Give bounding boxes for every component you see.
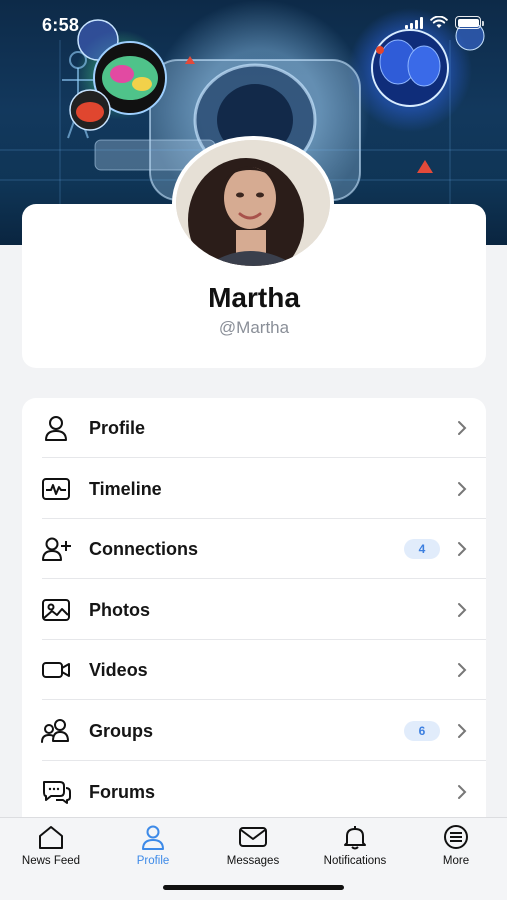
profile-name: Martha [208,282,300,313]
home-indicator [163,885,344,890]
battery-icon [455,16,484,29]
tab-profile[interactable]: Profile [103,824,203,874]
tab-more[interactable]: More [406,824,506,874]
tab-label: Notifications [323,855,387,867]
avatar-photo [176,140,330,266]
users-icon [41,719,69,743]
menu-item-label: Photos [89,599,150,620]
home-icon [39,826,63,849]
signal-icon [405,16,423,29]
divider [42,457,486,458]
menu-list-icon [444,825,468,849]
connections-count-badge: 4 [404,539,440,559]
user-icon [142,825,164,850]
chevron-right-icon [458,421,467,435]
menu-item-label: Timeline [89,478,162,499]
tab-label: More [442,855,470,867]
tab-news-feed[interactable]: News Feed [1,824,101,874]
menu-item-label: Connections [89,538,199,559]
user-icon [45,416,67,441]
menu-item-photos[interactable]: Photos [22,580,486,640]
divider [42,699,486,700]
groups-count-badge: 6 [404,721,440,741]
status-time: 6:58 [42,15,80,35]
status-icons [405,16,484,29]
tab-messages[interactable]: Messages [203,824,303,874]
menu-item-connections[interactable]: Connections 4 [22,519,486,579]
menu-item-profile[interactable]: Profile [22,398,486,458]
menu-item-label: Profile [89,417,146,438]
tab-label: Messages [226,855,280,867]
menu-item-label: Videos [89,659,148,680]
video-camera-icon [42,662,70,678]
tab-notifications[interactable]: Notifications [305,824,405,874]
menu-item-timeline[interactable]: Timeline [22,459,486,519]
image-icon [42,599,70,621]
menu-item-forums[interactable]: Forums [22,762,486,822]
avatar[interactable] [172,136,334,270]
bell-icon [344,826,366,850]
chat-bubbles-icon [43,781,71,804]
user-plus-icon [42,537,71,561]
activity-icon [42,478,70,500]
divider [42,578,486,579]
status-bar: 6:58 [0,0,507,50]
chevron-right-icon [458,785,467,799]
chevron-right-icon [458,482,467,496]
chevron-right-icon [458,542,467,556]
menu-item-videos[interactable]: Videos [22,640,486,700]
chevron-right-icon [458,663,467,677]
divider [42,760,486,761]
menu-item-groups[interactable]: Groups 6 [22,701,486,761]
menu-item-label: Groups [89,720,154,741]
profile-handle: @Martha [218,318,290,337]
chevron-right-icon [458,724,467,738]
profile-menu: Profile Timeline Connections 4 Photos Vi… [22,398,486,828]
tab-label: News Feed [21,855,81,867]
tab-label: Profile [136,855,170,867]
chevron-right-icon [458,603,467,617]
wifi-icon [430,16,448,28]
menu-item-label: Forums [89,781,156,802]
envelope-icon [239,827,267,847]
